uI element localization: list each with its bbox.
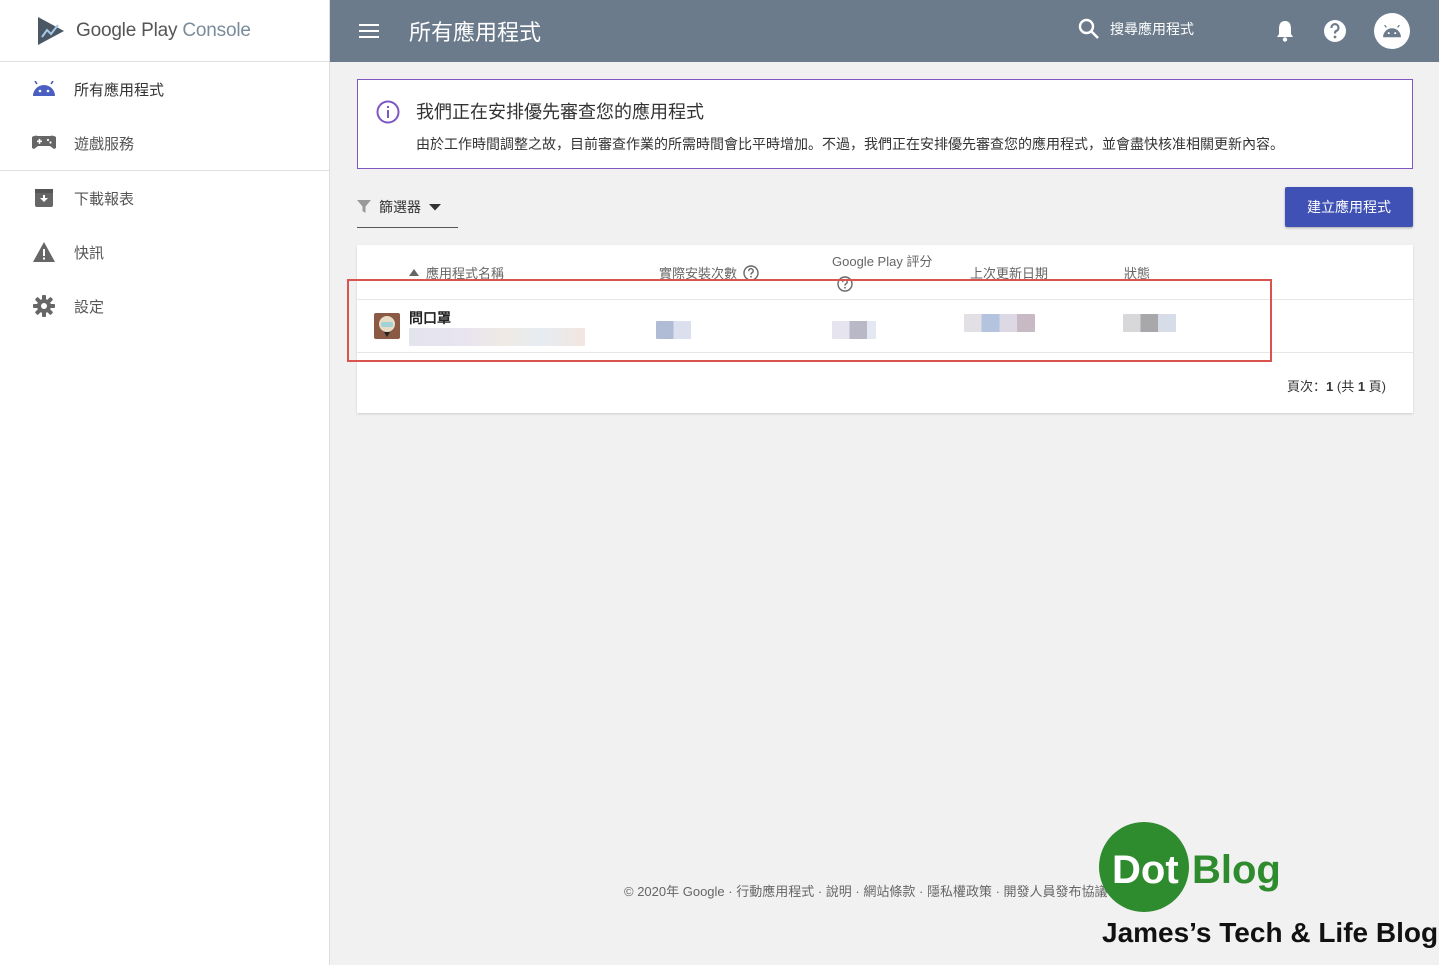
column-header-app-name[interactable]: 應用程式名稱 xyxy=(409,263,504,282)
redacted-last-updated xyxy=(964,314,1035,332)
sidebar-item-all-apps[interactable]: 所有應用程式 xyxy=(0,62,329,116)
download-box-icon xyxy=(32,186,56,210)
column-header-label: 上次更新日期 xyxy=(970,266,1049,281)
watermark-dot-text: Dot xyxy=(1112,848,1179,892)
search-button[interactable]: 搜尋應用程式 xyxy=(1078,18,1194,40)
footer-link-terms[interactable]: 網站條款 xyxy=(863,884,915,899)
column-header-installs[interactable]: 實際安裝次數 xyxy=(659,263,759,282)
caret-down-icon xyxy=(429,203,441,210)
filter-label: 篩選器 xyxy=(379,199,421,215)
play-console-logo-icon xyxy=(38,16,64,45)
app-name: 問口罩 xyxy=(409,310,451,326)
brand-name: Google Play Console xyxy=(76,19,251,41)
gamepad-icon xyxy=(32,131,56,155)
page-title: 所有應用程式 xyxy=(409,20,542,45)
column-header-status[interactable]: 狀態 xyxy=(1124,263,1150,282)
search-label: 搜尋應用程式 xyxy=(1110,21,1194,37)
app-icon xyxy=(374,313,400,339)
footer-link-privacy[interactable]: 隱私權政策 xyxy=(927,884,992,899)
footer-link-mobile-apps[interactable]: 行動應用程式 xyxy=(736,884,814,899)
account-avatar[interactable] xyxy=(1374,13,1410,49)
redacted-installs xyxy=(656,321,691,339)
watermark-tagline: James’s Tech & Life Blog xyxy=(1102,917,1439,948)
redacted-status xyxy=(1123,314,1176,332)
sidebar-item-label: 下載報表 xyxy=(74,190,135,208)
column-header-label: Google Play 評分 xyxy=(832,254,933,269)
column-header-rating[interactable]: Google Play 評分 xyxy=(832,251,932,292)
gear-icon xyxy=(32,294,56,318)
footer: © 2020年 Google · 行動應用程式 · 說明 · 網站條款 · 隱私… xyxy=(624,884,1108,899)
priority-review-notice: 我們正在安排優先審查您的應用程式 由於工作時間調整之故，目前審查作業的所需時間會… xyxy=(357,79,1413,169)
watermark-blog-text: Blog xyxy=(1192,848,1281,892)
android-icon xyxy=(1383,24,1401,37)
apps-table: 應用程式名稱 實際安裝次數 Google Play 評分 上次更新日期 狀態 問… xyxy=(357,245,1413,413)
menu-icon[interactable] xyxy=(357,19,381,43)
help-circle-icon[interactable] xyxy=(743,264,759,281)
column-header-last-updated[interactable]: 上次更新日期 xyxy=(970,263,1048,282)
sidebar-item-alerts[interactable]: 快訊 xyxy=(0,225,329,279)
sidebar-item-label: 所有應用程式 xyxy=(74,81,165,99)
sidebar-item-game-services[interactable]: 遊戲服務 xyxy=(0,116,329,170)
redacted-rating xyxy=(832,321,876,339)
notifications-bell-icon[interactable] xyxy=(1275,19,1295,48)
filter-dropdown[interactable]: 篩選器 xyxy=(357,187,458,228)
help-icon[interactable] xyxy=(1323,19,1347,48)
column-header-label: 狀態 xyxy=(1124,266,1151,281)
search-icon xyxy=(1078,18,1099,39)
sidebar-item-label: 遊戲服務 xyxy=(74,135,135,153)
footer-copyright: © 2020年 Google xyxy=(624,884,725,899)
sidebar-item-download-reports[interactable]: 下載報表 xyxy=(0,171,329,225)
android-icon xyxy=(32,77,56,101)
sidebar-item-label: 快訊 xyxy=(74,244,105,262)
sidebar: Google Play Console 所有應用程式 遊戲服務 下載報表 快訊 … xyxy=(0,0,330,965)
notice-title: 我們正在安排優先審查您的應用程式 xyxy=(416,102,704,122)
create-app-button[interactable]: 建立應用程式 xyxy=(1285,187,1413,227)
logo[interactable]: Google Play Console xyxy=(0,0,329,62)
table-row[interactable]: 問口罩 xyxy=(357,299,1413,353)
sidebar-item-label: 設定 xyxy=(74,298,105,316)
sort-ascending-icon xyxy=(409,269,419,276)
top-app-bar: 所有應用程式 搜尋應用程式 xyxy=(330,0,1439,62)
help-circle-icon[interactable] xyxy=(837,276,853,292)
warning-icon xyxy=(32,240,56,264)
pagination: 頁次：1 (共 1 頁) xyxy=(1287,379,1386,394)
column-header-label: 應用程式名稱 xyxy=(426,266,505,281)
info-icon xyxy=(376,100,400,124)
column-header-label: 實際安裝次數 xyxy=(659,266,738,281)
sidebar-item-settings[interactable]: 設定 xyxy=(0,279,329,333)
filter-funnel-icon xyxy=(357,200,371,213)
redacted-package-name xyxy=(409,328,585,346)
footer-link-developer-agreement[interactable]: 開發人員發布協議 xyxy=(1004,884,1108,899)
notice-body: 由於工作時間調整之故，目前審查作業的所需時間會比平時增加。不過，我們正在安排優先… xyxy=(416,136,1284,152)
footer-link-help[interactable]: 說明 xyxy=(826,884,852,899)
